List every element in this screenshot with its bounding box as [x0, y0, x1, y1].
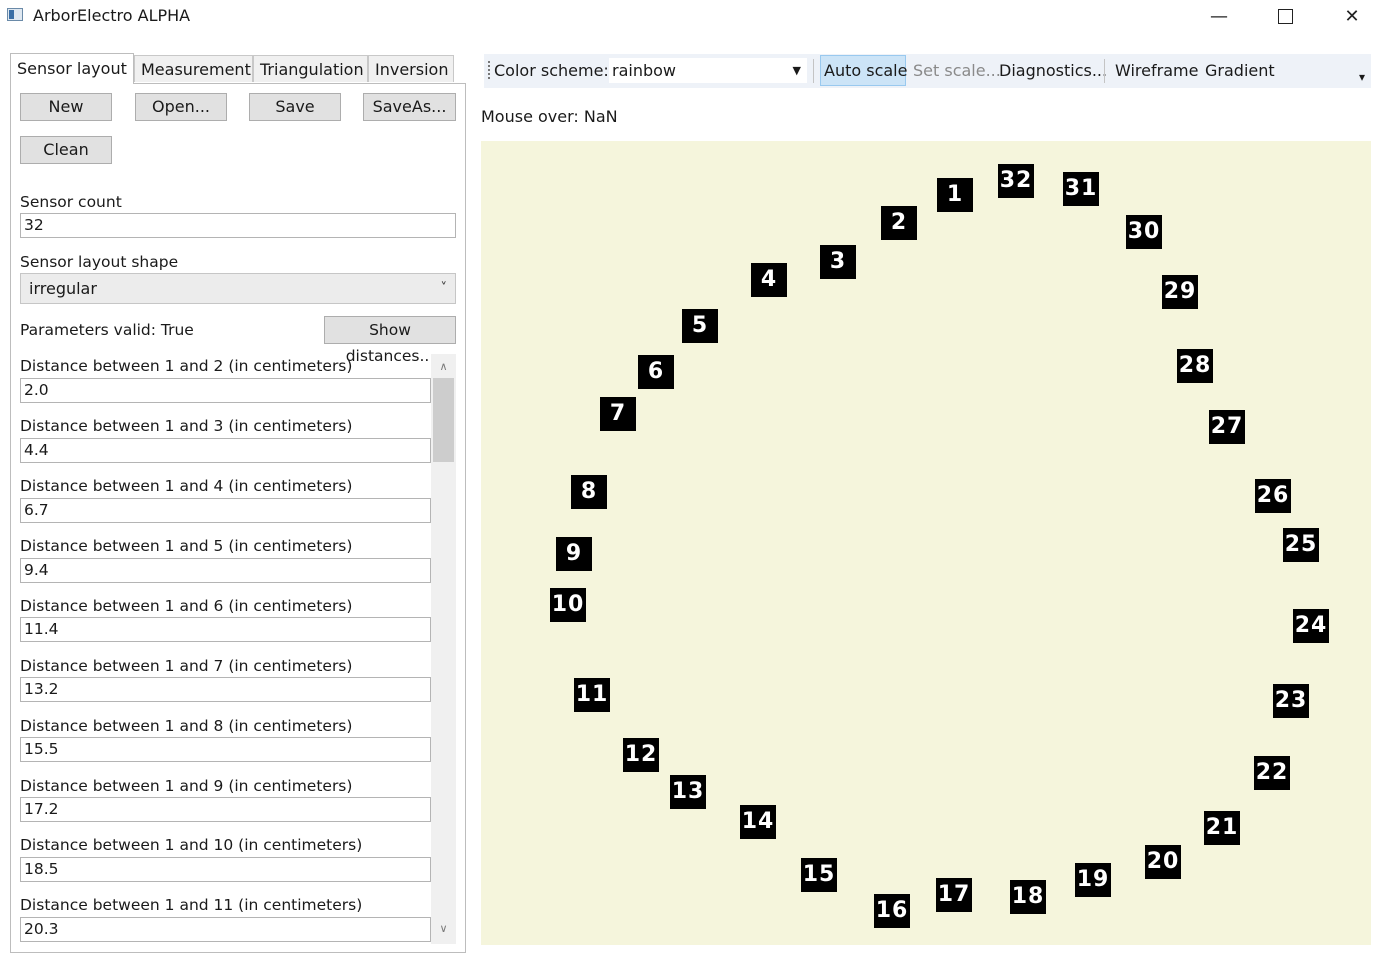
- diagnostics-button[interactable]: Diagnostics...: [999, 54, 1107, 88]
- distance-label: Distance between 1 and 5 (in centimeters…: [20, 537, 353, 555]
- distance-field[interactable]: 18.5: [20, 857, 431, 882]
- close-icon: ✕: [1344, 5, 1360, 27]
- distance-field[interactable]: 13.2: [20, 677, 431, 702]
- distance-label: Distance between 1 and 3 (in centimeters…: [20, 417, 353, 435]
- new-button[interactable]: New: [20, 93, 112, 121]
- layout-shape-label: Sensor layout shape: [20, 253, 179, 271]
- distance-field[interactable]: 15.5: [20, 737, 431, 762]
- distance-field[interactable]: 11.4: [20, 617, 431, 642]
- distance-label: Distance between 1 and 2 (in centimeters…: [20, 357, 353, 375]
- distance-label: Distance between 1 and 8 (in centimeters…: [20, 717, 353, 735]
- maximize-icon: [1277, 8, 1293, 24]
- sensor-marker: 5: [682, 309, 718, 343]
- tab-sensor-layout[interactable]: Sensor layout: [10, 53, 134, 84]
- sensor-marker: 19: [1075, 863, 1111, 897]
- distance-field[interactable]: 2.0: [20, 378, 431, 403]
- toolbar-separator: [813, 59, 814, 83]
- layout-shape-value: irregular: [29, 279, 97, 298]
- scroll-up-icon[interactable]: ∧: [431, 355, 456, 379]
- sensor-marker: 28: [1177, 349, 1213, 383]
- scroll-down-icon[interactable]: ∨: [431, 917, 456, 941]
- sensor-marker: 1: [937, 178, 973, 212]
- sensor-marker: 22: [1254, 756, 1290, 790]
- parameters-valid-status: Parameters valid: True: [20, 321, 194, 339]
- sensor-marker: 26: [1255, 479, 1291, 513]
- sensor-marker: 29: [1162, 275, 1198, 309]
- sensor-marker: 2: [881, 206, 917, 240]
- sensor-count-label: Sensor count: [20, 193, 122, 211]
- toolbar-grip-icon[interactable]: [488, 61, 492, 79]
- color-scheme-select[interactable]: rainbow ▼: [608, 57, 808, 84]
- title-bar: ArborElectro ALPHA — ✕: [0, 0, 1375, 34]
- sensor-marker: 10: [550, 588, 586, 622]
- wireframe-button[interactable]: Wireframe: [1115, 54, 1198, 88]
- visualization-toolbar: Color scheme: rainbow ▼ Auto scale Set s…: [484, 54, 1371, 88]
- sensor-count-field[interactable]: 32: [20, 213, 456, 238]
- sensor-marker: 31: [1063, 172, 1099, 206]
- dropdown-arrow-icon: ▼: [792, 64, 801, 77]
- clean-button[interactable]: Clean: [20, 136, 112, 164]
- layout-shape-select[interactable]: irregular ˅: [20, 273, 456, 304]
- sensor-marker: 17: [936, 878, 972, 912]
- sensor-marker: 30: [1126, 215, 1162, 249]
- tab-inversion[interactable]: Inversion: [368, 55, 454, 82]
- distance-label: Distance between 1 and 10 (in centimeter…: [20, 836, 363, 854]
- sensor-marker: 27: [1209, 410, 1245, 444]
- sensor-marker: 11: [574, 678, 610, 712]
- open-button[interactable]: Open...: [135, 93, 227, 121]
- sensor-marker: 4: [751, 263, 787, 297]
- gradient-button[interactable]: Gradient: [1205, 54, 1275, 88]
- sensor-marker: 9: [556, 537, 592, 571]
- tab-measurement[interactable]: Measurement: [134, 55, 253, 82]
- sensor-marker: 21: [1204, 811, 1240, 845]
- distance-label: Distance between 1 and 9 (in centimeters…: [20, 777, 353, 795]
- sensor-marker: 7: [600, 397, 636, 431]
- scrollbar-thumb[interactable]: [433, 378, 454, 462]
- sensor-marker: 23: [1273, 684, 1309, 718]
- sensor-marker: 20: [1145, 845, 1181, 879]
- distance-field[interactable]: 17.2: [20, 797, 431, 822]
- sensor-marker: 18: [1010, 880, 1046, 914]
- window-title: ArborElectro ALPHA: [33, 6, 191, 25]
- sensor-marker: 14: [740, 805, 776, 839]
- maximize-button[interactable]: [1262, 0, 1308, 32]
- sensor-marker: 25: [1283, 528, 1319, 562]
- chevron-down-icon: ˅: [440, 281, 448, 296]
- distance-field[interactable]: 20.3: [20, 917, 431, 942]
- minimize-button[interactable]: —: [1196, 0, 1242, 32]
- toolbar-overflow-icon[interactable]: ▾: [1359, 70, 1365, 84]
- sensor-layout-canvas[interactable]: 1 2 3 4 5 6 7 8 9 10 11 12 13 14 15 16 1…: [481, 141, 1371, 945]
- sensor-marker: 12: [623, 738, 659, 772]
- distance-field[interactable]: 9.4: [20, 558, 431, 583]
- distance-field[interactable]: 6.7: [20, 498, 431, 523]
- sensor-marker: 32: [998, 164, 1034, 198]
- sensor-marker: 3: [820, 245, 856, 279]
- distance-label: Distance between 1 and 11 (in centimeter…: [20, 896, 363, 914]
- sensor-marker: 16: [874, 894, 910, 928]
- color-scheme-value: rainbow: [612, 61, 676, 80]
- tab-triangulation[interactable]: Triangulation: [253, 55, 368, 82]
- toolbar-separator: [1104, 59, 1105, 83]
- sensor-marker: 15: [801, 858, 837, 892]
- distance-label: Distance between 1 and 4 (in centimeters…: [20, 477, 353, 495]
- app-icon: [7, 8, 23, 21]
- distance-label: Distance between 1 and 6 (in centimeters…: [20, 597, 353, 615]
- minimize-icon: —: [1210, 5, 1228, 27]
- distance-field[interactable]: 4.4: [20, 438, 431, 463]
- save-button[interactable]: Save: [249, 93, 341, 121]
- sensor-marker: 24: [1293, 609, 1329, 643]
- distance-label: Distance between 1 and 7 (in centimeters…: [20, 657, 353, 675]
- mouse-over-readout: Mouse over: NaN: [481, 107, 618, 126]
- sensor-marker: 13: [670, 775, 706, 809]
- close-button[interactable]: ✕: [1329, 0, 1375, 32]
- sensor-marker: 6: [638, 355, 674, 389]
- auto-scale-button[interactable]: Auto scale: [824, 54, 907, 88]
- set-scale-button[interactable]: Set scale...: [913, 54, 1001, 88]
- color-scheme-label: Color scheme:: [494, 61, 609, 80]
- saveas-button[interactable]: SaveAs...: [363, 93, 456, 121]
- sensor-marker: 8: [571, 475, 607, 509]
- show-distances-button[interactable]: Show distances...: [324, 316, 456, 365]
